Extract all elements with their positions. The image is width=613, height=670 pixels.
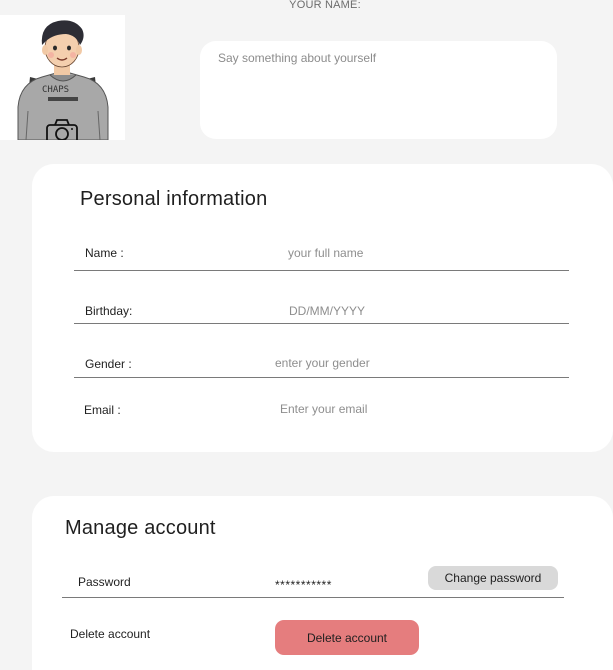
name-label: Name : [85,246,124,260]
gender-field[interactable] [275,354,475,372]
delete-account-button[interactable]: Delete account [275,620,419,655]
manage-account-card: Manage account Password *********** Chan… [32,496,613,670]
personal-information-card: Personal information Name : Birthday: Ge… [32,164,613,452]
name-divider [74,270,569,271]
name-field[interactable] [288,244,488,262]
password-value: *********** [275,578,332,592]
bio-textarea[interactable] [200,41,557,139]
email-field[interactable] [280,400,480,418]
svg-text:CHAPS: CHAPS [42,85,69,95]
birthday-label: Birthday: [85,304,133,318]
password-label: Password [78,575,131,589]
personal-information-title: Personal information [80,188,268,210]
profile-avatar[interactable]: CHAPS [0,15,125,140]
delete-account-label: Delete account [70,627,151,641]
gender-divider [74,377,569,378]
birthday-field[interactable] [289,302,489,320]
gender-label: Gender : [85,357,132,371]
password-divider [62,597,564,598]
your-name-label: YOUR NAME: [289,0,361,11]
email-label: Email : [84,403,121,417]
change-password-button[interactable]: Change password [428,566,558,590]
avatar-illustration: CHAPS [17,20,109,140]
birthday-divider [74,323,569,324]
manage-account-title: Manage account [65,517,216,539]
